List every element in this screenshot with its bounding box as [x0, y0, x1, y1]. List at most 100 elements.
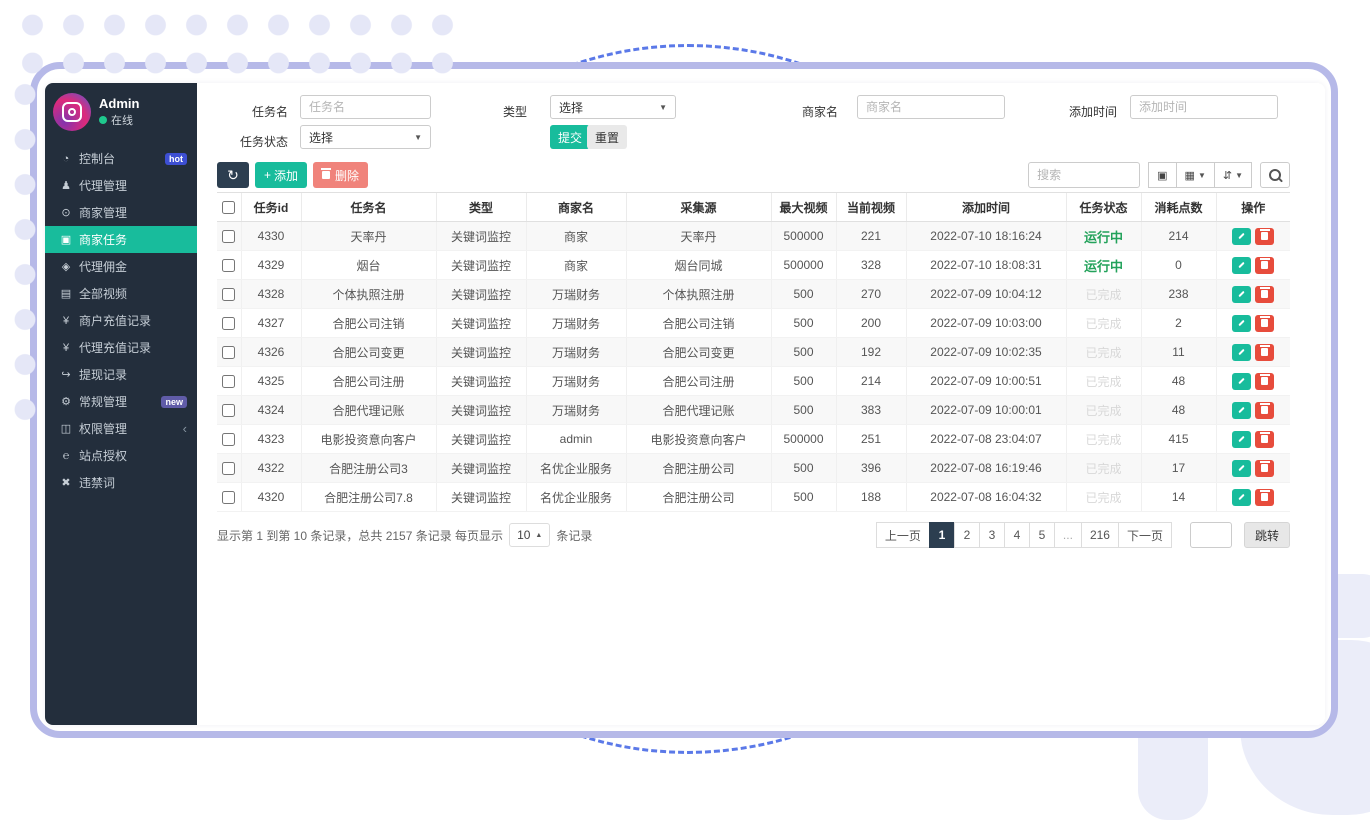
delete-button[interactable] [1255, 344, 1274, 361]
delete-button[interactable] [1255, 402, 1274, 419]
delete-button[interactable] [1255, 431, 1274, 448]
edit-button[interactable] [1232, 344, 1251, 361]
sidebar-item[interactable]: ✖违禁词 [45, 469, 197, 496]
status-text: 已完成 [1085, 288, 1121, 302]
sidebar-item[interactable]: ◔控制台hot [45, 145, 197, 172]
merchant-name-input[interactable] [857, 95, 1005, 119]
task-status-select-value: 选择 [309, 129, 333, 146]
page-jump-button[interactable]: 跳转 [1244, 522, 1290, 548]
sidebar-item[interactable]: ↪提现记录 [45, 361, 197, 388]
sidebar-item[interactable]: ¥商户充值记录 [45, 307, 197, 334]
task-status-select[interactable]: 选择 ▼ [300, 125, 431, 149]
type-select[interactable]: 选择 ▼ [550, 95, 676, 119]
search-button[interactable] [1260, 162, 1290, 188]
edit-button[interactable] [1232, 228, 1251, 245]
pencil-icon [1239, 378, 1245, 384]
row-checkbox[interactable] [222, 375, 235, 388]
delete-button[interactable] [1255, 228, 1274, 245]
edit-button[interactable] [1232, 257, 1251, 274]
filter-form: 任务名 类型 选择 ▼ 商家名 添加时间 任务状态 选择 ▼ 提交 重置 [197, 95, 1325, 149]
task-name-input[interactable] [300, 95, 431, 119]
page-button[interactable]: 2 [954, 522, 980, 548]
cell-source: 合肥公司注册 [626, 367, 771, 396]
row-checkbox[interactable] [222, 259, 235, 272]
merchant-recharge-icon: ¥ [58, 315, 74, 327]
row-checkbox[interactable] [222, 462, 235, 475]
sidebar-item-label: 违禁词 [79, 474, 115, 491]
cell-time: 2022-07-10 18:08:31 [906, 251, 1066, 280]
pagination: 上一页12345...216下一页 [876, 522, 1172, 548]
page-button[interactable]: 4 [1004, 522, 1030, 548]
page-button[interactable]: 1 [929, 522, 955, 548]
select-all-checkbox[interactable] [222, 201, 235, 214]
cell-source: 天率丹 [626, 222, 771, 251]
sidebar-item[interactable]: ⊙商家管理 [45, 199, 197, 226]
cell-source: 合肥注册公司 [626, 454, 771, 483]
columns-button[interactable]: ▦ ▼ [1176, 162, 1215, 188]
page-button[interactable]: 5 [1029, 522, 1055, 548]
add-time-input[interactable] [1130, 95, 1278, 119]
edit-button[interactable] [1232, 460, 1251, 477]
delete-button[interactable] [1255, 489, 1274, 506]
row-check-cell [217, 309, 241, 338]
edit-button[interactable] [1232, 489, 1251, 506]
sidebar-item[interactable]: ▤全部视频 [45, 280, 197, 307]
page-button[interactable]: 上一页 [876, 522, 930, 548]
sidebar-item[interactable]: ♟代理管理 [45, 172, 197, 199]
toggle-pagination-button[interactable]: ▣ [1148, 162, 1176, 188]
trash-icon [322, 171, 330, 179]
row-checkbox[interactable] [222, 317, 235, 330]
export-button[interactable]: ⇵ ▼ [1214, 162, 1252, 188]
sidebar-item[interactable]: ◫权限管理‹ [45, 415, 197, 442]
sidebar-item[interactable]: ◈代理佣金 [45, 253, 197, 280]
cell-id: 4323 [241, 425, 301, 454]
sidebar-item[interactable]: ℮站点授权 [45, 442, 197, 469]
cell-time: 2022-07-08 23:04:07 [906, 425, 1066, 454]
cell-points: 17 [1141, 454, 1216, 483]
edit-button[interactable] [1232, 402, 1251, 419]
page-jump-input[interactable] [1190, 522, 1232, 548]
row-checkbox[interactable] [222, 346, 235, 359]
search-input[interactable] [1028, 162, 1140, 188]
refresh-button[interactable]: ↻ [217, 162, 249, 188]
delete-button[interactable] [1255, 373, 1274, 390]
row-checkbox[interactable] [222, 433, 235, 446]
select-all-cell [217, 193, 241, 222]
cell-type: 关键词监控 [436, 251, 526, 280]
delete-selected-button[interactable]: 删除 [313, 162, 368, 188]
page-button[interactable]: ... [1054, 522, 1082, 548]
row-checkbox[interactable] [222, 404, 235, 417]
delete-button[interactable] [1255, 286, 1274, 303]
sidebar-badge: hot [165, 153, 187, 165]
page-button[interactable]: 下一页 [1118, 522, 1172, 548]
page-button[interactable]: 216 [1081, 522, 1119, 548]
cell-status: 已完成 [1066, 454, 1141, 483]
cell-id: 4320 [241, 483, 301, 512]
sidebar-item[interactable]: ¥代理充值记录 [45, 334, 197, 361]
column-header: 最大视频 [771, 193, 836, 222]
edit-button[interactable] [1232, 373, 1251, 390]
row-checkbox[interactable] [222, 288, 235, 301]
row-checkbox[interactable] [222, 230, 235, 243]
edit-button[interactable] [1232, 315, 1251, 332]
delete-button[interactable] [1255, 460, 1274, 477]
add-button[interactable]: + 添加 [255, 162, 307, 188]
cell-type: 关键词监控 [436, 425, 526, 454]
main-content: 任务名 类型 选择 ▼ 商家名 添加时间 任务状态 选择 ▼ 提交 重置 ↻ [197, 83, 1325, 725]
delete-button[interactable] [1255, 315, 1274, 332]
sidebar-item[interactable]: ⚙常规管理new [45, 388, 197, 415]
edit-button[interactable] [1232, 286, 1251, 303]
pencil-icon [1239, 291, 1245, 297]
sidebar-item[interactable]: ▣商家任务 [45, 226, 197, 253]
sidebar-item-label: 代理管理 [79, 177, 127, 194]
row-check-cell [217, 280, 241, 309]
reset-button[interactable]: 重置 [587, 125, 627, 149]
submit-button[interactable]: 提交 [550, 125, 590, 149]
cell-type: 关键词监控 [436, 367, 526, 396]
row-checkbox[interactable] [222, 491, 235, 504]
edit-button[interactable] [1232, 431, 1251, 448]
cell-id: 4330 [241, 222, 301, 251]
page-button[interactable]: 3 [979, 522, 1005, 548]
page-size-select[interactable]: 10 ▲ [509, 523, 550, 547]
delete-button[interactable] [1255, 257, 1274, 274]
